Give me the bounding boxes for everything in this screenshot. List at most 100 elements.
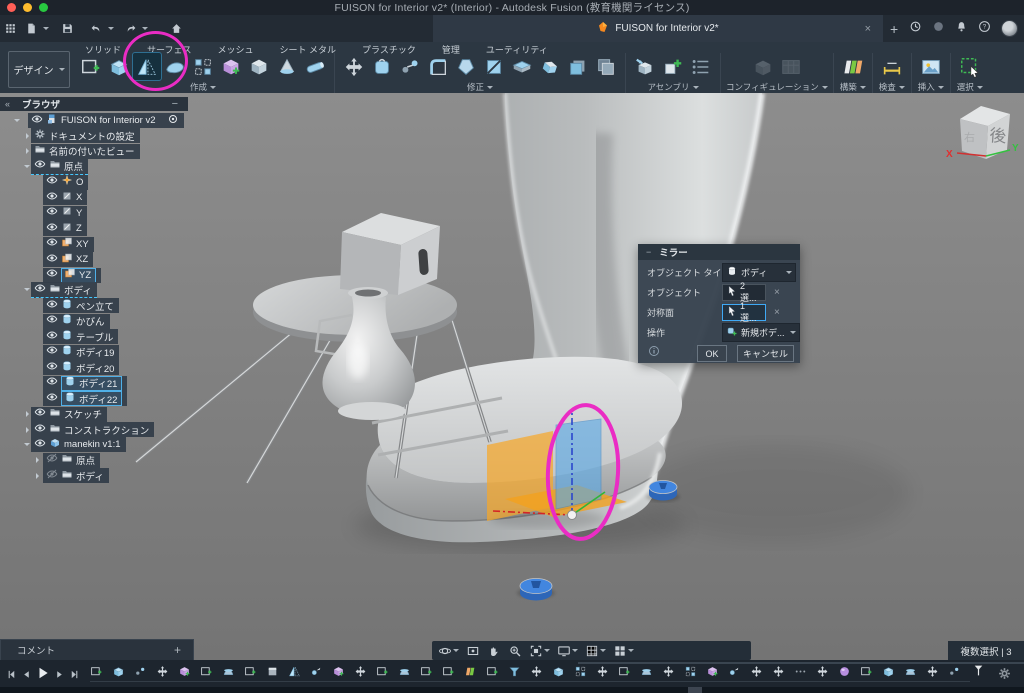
pattern-tool-icon[interactable] [189, 53, 217, 80]
panel-dropdown[interactable]: 検査 [879, 81, 905, 93]
timeline-feature-move-icon[interactable] [530, 665, 543, 683]
timeline-feature-funnel-icon[interactable] [508, 665, 521, 683]
operation-dropdown[interactable]: 新規ボデ... [722, 323, 800, 342]
tree-row-XZ[interactable]: XZ [0, 252, 200, 267]
timeline-feature-move-icon[interactable] [596, 665, 609, 683]
face-tool-icon[interactable] [564, 53, 592, 80]
info-icon[interactable] [648, 345, 660, 359]
timeline-feature-extrude-icon[interactable] [112, 665, 125, 683]
tree-row-ボディ19[interactable]: ボディ19 [0, 345, 200, 360]
chevron-expanded-icon[interactable] [24, 288, 30, 294]
ok-button[interactable]: OK [697, 345, 727, 362]
tree-row-名前の付いたビュー[interactable]: 名前の付いたビュー [0, 144, 200, 159]
tree-row-スケッチ[interactable]: スケッチ [0, 407, 200, 422]
trim-tool-icon[interactable] [480, 53, 508, 80]
grid-icon[interactable] [585, 644, 606, 658]
config-table-tool-icon[interactable] [777, 53, 805, 80]
clear-selection-icon[interactable]: × [774, 287, 780, 298]
mirrored-body-1[interactable] [646, 481, 680, 503]
timeline-feature-move-icon[interactable] [816, 665, 829, 683]
timeline-feature-cplane-icon[interactable] [464, 665, 477, 683]
timeline-feature-sketch-icon[interactable] [200, 665, 213, 683]
tree-row-ボディ21[interactable]: ボディ21 [0, 376, 200, 391]
new-component-tool-icon[interactable] [659, 53, 687, 80]
tree-row-コンストラクション[interactable]: コンストラクション [0, 422, 200, 437]
browser-collapse-icon[interactable]: « [5, 99, 10, 109]
dialog-collapse-icon[interactable]: − [646, 247, 651, 257]
patch-tool-icon[interactable] [161, 53, 189, 80]
tree-row-Z[interactable]: Z [0, 221, 200, 236]
tree-row-XY[interactable]: XY [0, 237, 200, 252]
timeline-feature-sphere-icon[interactable] [838, 665, 851, 683]
timeline-feature-points-icon[interactable] [948, 665, 961, 683]
joint-list-tool-icon[interactable] [687, 53, 715, 80]
sync-status-icon[interactable] [932, 20, 945, 38]
tree-row-かびん[interactable]: かびん [0, 314, 200, 329]
visibility-eye-icon[interactable] [34, 281, 46, 299]
timeline-feature-mirror-icon[interactable] [288, 665, 301, 683]
extrude-tool-icon[interactable] [105, 53, 133, 80]
view-cube[interactable]: 後 右 X Y [946, 106, 1019, 160]
home-icon[interactable] [166, 19, 187, 39]
timeline-feature-form-icon[interactable] [706, 665, 719, 683]
zoom-icon[interactable] [508, 644, 522, 658]
tree-row-X[interactable]: X [0, 190, 200, 205]
tree-row-原点[interactable]: 原点 [0, 453, 200, 468]
timeline-feature-sketch-icon[interactable] [442, 665, 455, 683]
redo-icon[interactable] [120, 19, 141, 39]
close-tab-icon[interactable]: × [865, 23, 871, 35]
timeline-scroll-track[interactable] [578, 662, 1024, 664]
link-tool-icon[interactable] [396, 53, 424, 80]
file-menu-icon[interactable] [21, 19, 42, 39]
pipe-tool-icon[interactable] [301, 53, 329, 80]
timeline-feature-sketch-icon[interactable] [618, 665, 631, 683]
tree-row-ペン立て[interactable]: ペン立て [0, 298, 200, 313]
slab-tool-icon[interactable] [508, 53, 536, 80]
panel-dropdown[interactable]: アセンブリ [647, 81, 698, 93]
panel-dropdown[interactable]: 選択 [957, 81, 983, 93]
tilt-cube-tool-icon[interactable] [536, 53, 564, 80]
timeline-feature-pattern-icon[interactable] [684, 665, 697, 683]
comments-bar[interactable]: コメント + [0, 639, 194, 661]
timeline-feature-loft-icon[interactable] [640, 665, 653, 683]
new-tab-button[interactable]: + [890, 21, 898, 37]
activate-component-icon[interactable] [167, 112, 179, 130]
timeline-feature-form-icon[interactable] [178, 665, 191, 683]
visibility-off-icon[interactable] [46, 467, 58, 485]
panel-dropdown[interactable]: 作成 [190, 81, 216, 93]
add-comment-button[interactable]: + [174, 643, 181, 657]
tree-row-manekin v1:1[interactable]: manekin v1:1 [0, 437, 200, 452]
help-icon[interactable]: ? [978, 20, 991, 38]
mirrored-body-2[interactable] [517, 579, 555, 601]
timeline-feature-loft-icon[interactable] [398, 665, 411, 683]
pan-icon[interactable] [487, 644, 501, 658]
playback-play-button[interactable] [36, 666, 50, 685]
tree-row-ボディ[interactable]: ボディ [0, 283, 200, 298]
chevron-expanded-icon[interactable] [24, 443, 30, 449]
canvas-tool-icon[interactable] [917, 53, 945, 80]
timeline-feature-move-icon[interactable] [354, 665, 367, 683]
chevron-collapsed-icon[interactable] [36, 473, 42, 479]
mirror-tool-icon[interactable] [133, 53, 161, 80]
box-model[interactable] [340, 213, 440, 295]
timeline-feature-joint-icon[interactable] [310, 665, 323, 683]
timeline-feature-sketch-icon[interactable] [420, 665, 433, 683]
undo-icon[interactable] [86, 19, 107, 39]
viewports-icon[interactable] [613, 644, 634, 658]
user-avatar[interactable] [1001, 20, 1018, 37]
fillet-tool-icon[interactable] [424, 53, 452, 80]
timeline-feature-move-icon[interactable] [926, 665, 939, 683]
box-tool-icon[interactable] [245, 53, 273, 80]
fit-icon[interactable] [529, 644, 550, 658]
timeline-feature-sketch-icon[interactable] [860, 665, 873, 683]
config-cube-tool-icon[interactable] [749, 53, 777, 80]
timeline-feature-form-icon[interactable] [332, 665, 345, 683]
mirror-plane-selected[interactable] [556, 419, 601, 509]
job-status-icon[interactable] [909, 20, 922, 38]
move-tool-icon[interactable] [340, 53, 368, 80]
playback-skip-start-button[interactable] [6, 667, 17, 685]
tree-row-ボディ22[interactable]: ボディ22 [0, 391, 200, 406]
playback-step-forward-button[interactable] [54, 667, 65, 685]
chevron-expanded-icon[interactable] [24, 165, 30, 171]
panel-dropdown[interactable]: コンフィギュレーション [726, 81, 828, 93]
